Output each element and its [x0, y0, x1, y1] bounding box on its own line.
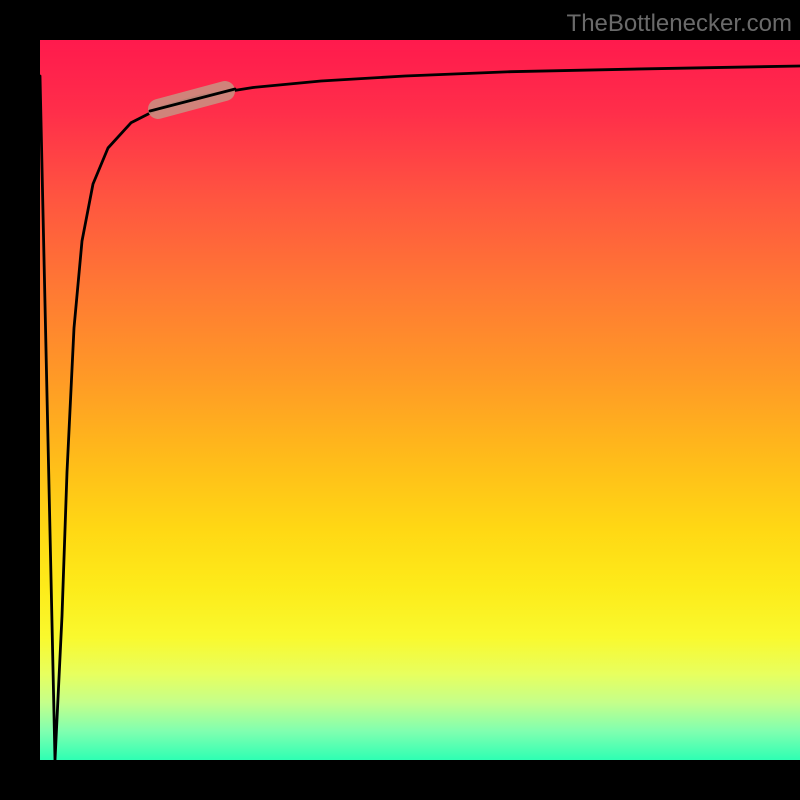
attribution-text: TheBottlenecker.com: [567, 10, 792, 38]
left-border: [0, 0, 40, 800]
bottleneck-curve: [40, 66, 800, 760]
plot-area: [40, 40, 800, 760]
bottom-border: [0, 760, 800, 800]
curve-svg: [40, 40, 800, 760]
chart-container: TheBottlenecker.com: [0, 0, 800, 800]
